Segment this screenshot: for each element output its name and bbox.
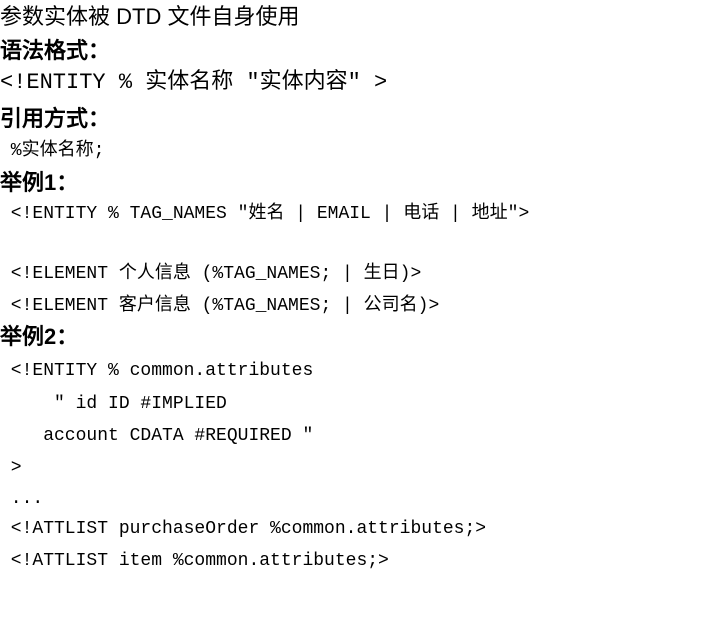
example2-heading: 举例2： bbox=[0, 324, 79, 349]
example1-entity-line: <!ENTITY % TAG_NAMES "姓名 | EMAIL | 电话 | … bbox=[0, 204, 530, 224]
example2-code-line: account CDATA #REQUIRED " bbox=[0, 426, 314, 446]
syntax-heading: 语法格式： bbox=[0, 38, 111, 63]
example2-code-line: > bbox=[0, 458, 22, 478]
example1-element-line: <!ELEMENT 客户信息 (%TAG_NAMES; | 公司名)> bbox=[0, 296, 440, 316]
example2-code-line: <!ENTITY % common.attributes bbox=[0, 361, 314, 381]
example2-code-line: " id ID #IMPLIED bbox=[0, 394, 227, 414]
example1-heading: 举例1： bbox=[0, 170, 79, 195]
reference-heading: 引用方式： bbox=[0, 106, 111, 131]
example2-code-line: <!ATTLIST item %common.attributes;> bbox=[0, 551, 389, 571]
document-title: 参数实体被 DTD 文件自身使用 bbox=[0, 4, 300, 29]
reference-line: %实体名称; bbox=[0, 141, 105, 161]
document-page: { "document": { "title": "参数实体被 DTD 文件自身… bbox=[0, 0, 718, 624]
syntax-line: <!ENTITY % 实体名称 "实体内容" > bbox=[0, 70, 388, 95]
example2-code-line: <!ATTLIST purchaseOrder %common.attribut… bbox=[0, 519, 487, 539]
example2-code-line: ... bbox=[0, 489, 44, 509]
example1-element-line: <!ELEMENT 个人信息 (%TAG_NAMES; | 生日)> bbox=[0, 264, 422, 284]
